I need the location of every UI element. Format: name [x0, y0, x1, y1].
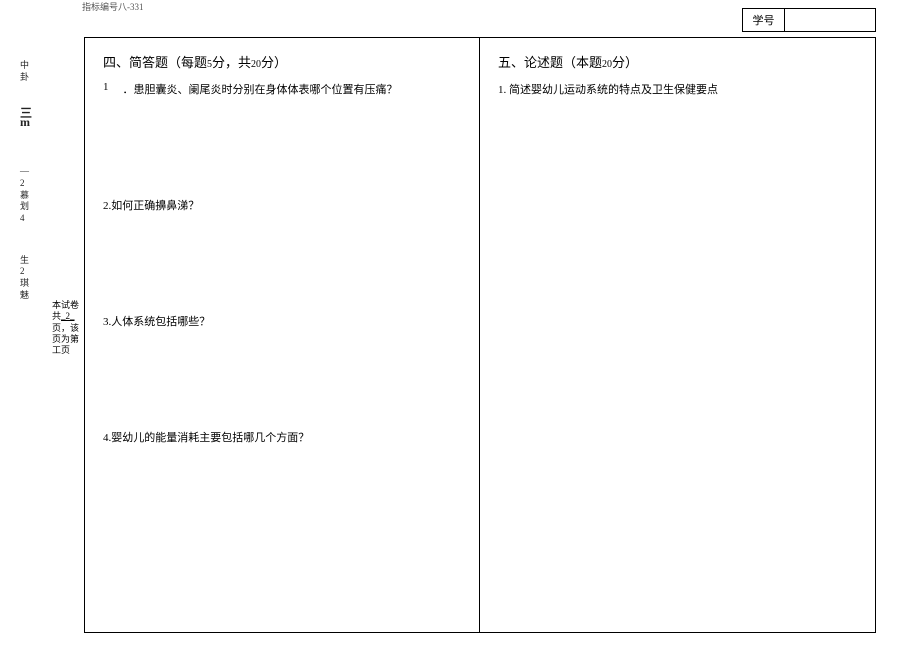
sec5-total: 20: [602, 59, 612, 70]
lm-char: 2: [20, 266, 40, 278]
q-text: 2.如何正确擤鼻涕？: [103, 197, 199, 213]
lm-block-4: 生 2 琪 魅: [20, 255, 40, 302]
lm-block-bars: 三 m: [20, 109, 40, 126]
lm-block-1: 中 卦: [20, 60, 40, 83]
lm-char: 中: [20, 60, 40, 72]
lm-char: ―: [20, 166, 40, 178]
sec4-title-text: 四、简答题（每题: [103, 55, 207, 70]
page-note-pre: 共: [52, 311, 61, 321]
question-4-2: 2.如何正确擤鼻涕？: [103, 197, 463, 213]
section-4-title: 四、简答题（每题5分，共20分）: [103, 52, 463, 71]
lm-block-3: ― 2 慕 划 4: [20, 166, 40, 224]
lm-char: 2: [20, 178, 40, 190]
page-note-line: 本试卷: [52, 300, 79, 310]
column-right: 五、论述题（本题20分） 1. 简述婴幼儿运动系统的特点及卫生保健要点: [480, 38, 875, 632]
lm-char: 4: [20, 213, 40, 225]
sec4-mid: 分，共: [212, 55, 251, 70]
page-note: 本试卷 共_2_ 页，该 页为第 工页: [52, 300, 80, 356]
sec4-total: 20: [251, 59, 261, 70]
lm-char: 划: [20, 201, 40, 213]
column-left: 四、简答题（每题5分，共20分） 1 ．患胆囊炎、阑尾炎时分别在身体体表哪个位置…: [85, 38, 480, 632]
lm-char: 生: [20, 255, 40, 267]
page-note-line: 工页: [52, 345, 70, 355]
q-text: 4.婴幼儿的能量消耗主要包括哪几个方面？: [103, 429, 309, 445]
sec4-end: 分）: [261, 55, 287, 70]
lm-char: 琪: [20, 278, 40, 290]
section-5-title: 五、论述题（本题20分）: [498, 52, 859, 71]
lm-char: 慕: [20, 190, 40, 202]
page-note-line: 共_2_: [52, 311, 75, 321]
q-text: ．患胆囊炎、阑尾炎时分别在身体体表哪个位置有压痛？: [123, 81, 398, 97]
question-4-3: 3.人体系统包括哪些？: [103, 313, 463, 329]
page-note-line: 页为第: [52, 334, 79, 344]
sec5-end: 分）: [612, 55, 638, 70]
q-text: 1. 简述婴幼儿运动系统的特点及卫生保健要点: [498, 81, 718, 97]
question-5-1: 1. 简述婴幼儿运动系统的特点及卫生保健要点: [498, 81, 859, 97]
left-margin-annotations: 中 卦 三 m ― 2 慕 划 4 生 2 琪 魅: [20, 60, 40, 327]
student-id-label: 学号: [743, 9, 785, 31]
sec5-title-text: 五、论述题（本题: [498, 55, 602, 70]
main-frame: 四、简答题（每题5分，共20分） 1 ．患胆囊炎、阑尾炎时分别在身体体表哪个位置…: [84, 37, 876, 633]
q-number: 1: [103, 81, 109, 97]
lm-char: 卦: [20, 72, 40, 84]
q-text: 3.人体系统包括哪些？: [103, 313, 210, 329]
top-code: 指标编号八‐331: [82, 0, 144, 13]
page-note-num: _2_: [61, 311, 75, 321]
question-4-1: 1 ．患胆囊炎、阑尾炎时分别在身体体表哪个位置有压痛？: [103, 81, 463, 97]
student-id-value[interactable]: [785, 9, 875, 31]
student-id-box: 学号: [742, 8, 876, 32]
lm-char: 魅: [20, 290, 40, 302]
page-note-line: 页，该: [52, 323, 79, 333]
question-4-4: 4.婴幼儿的能量消耗主要包括哪几个方面？: [103, 429, 463, 445]
